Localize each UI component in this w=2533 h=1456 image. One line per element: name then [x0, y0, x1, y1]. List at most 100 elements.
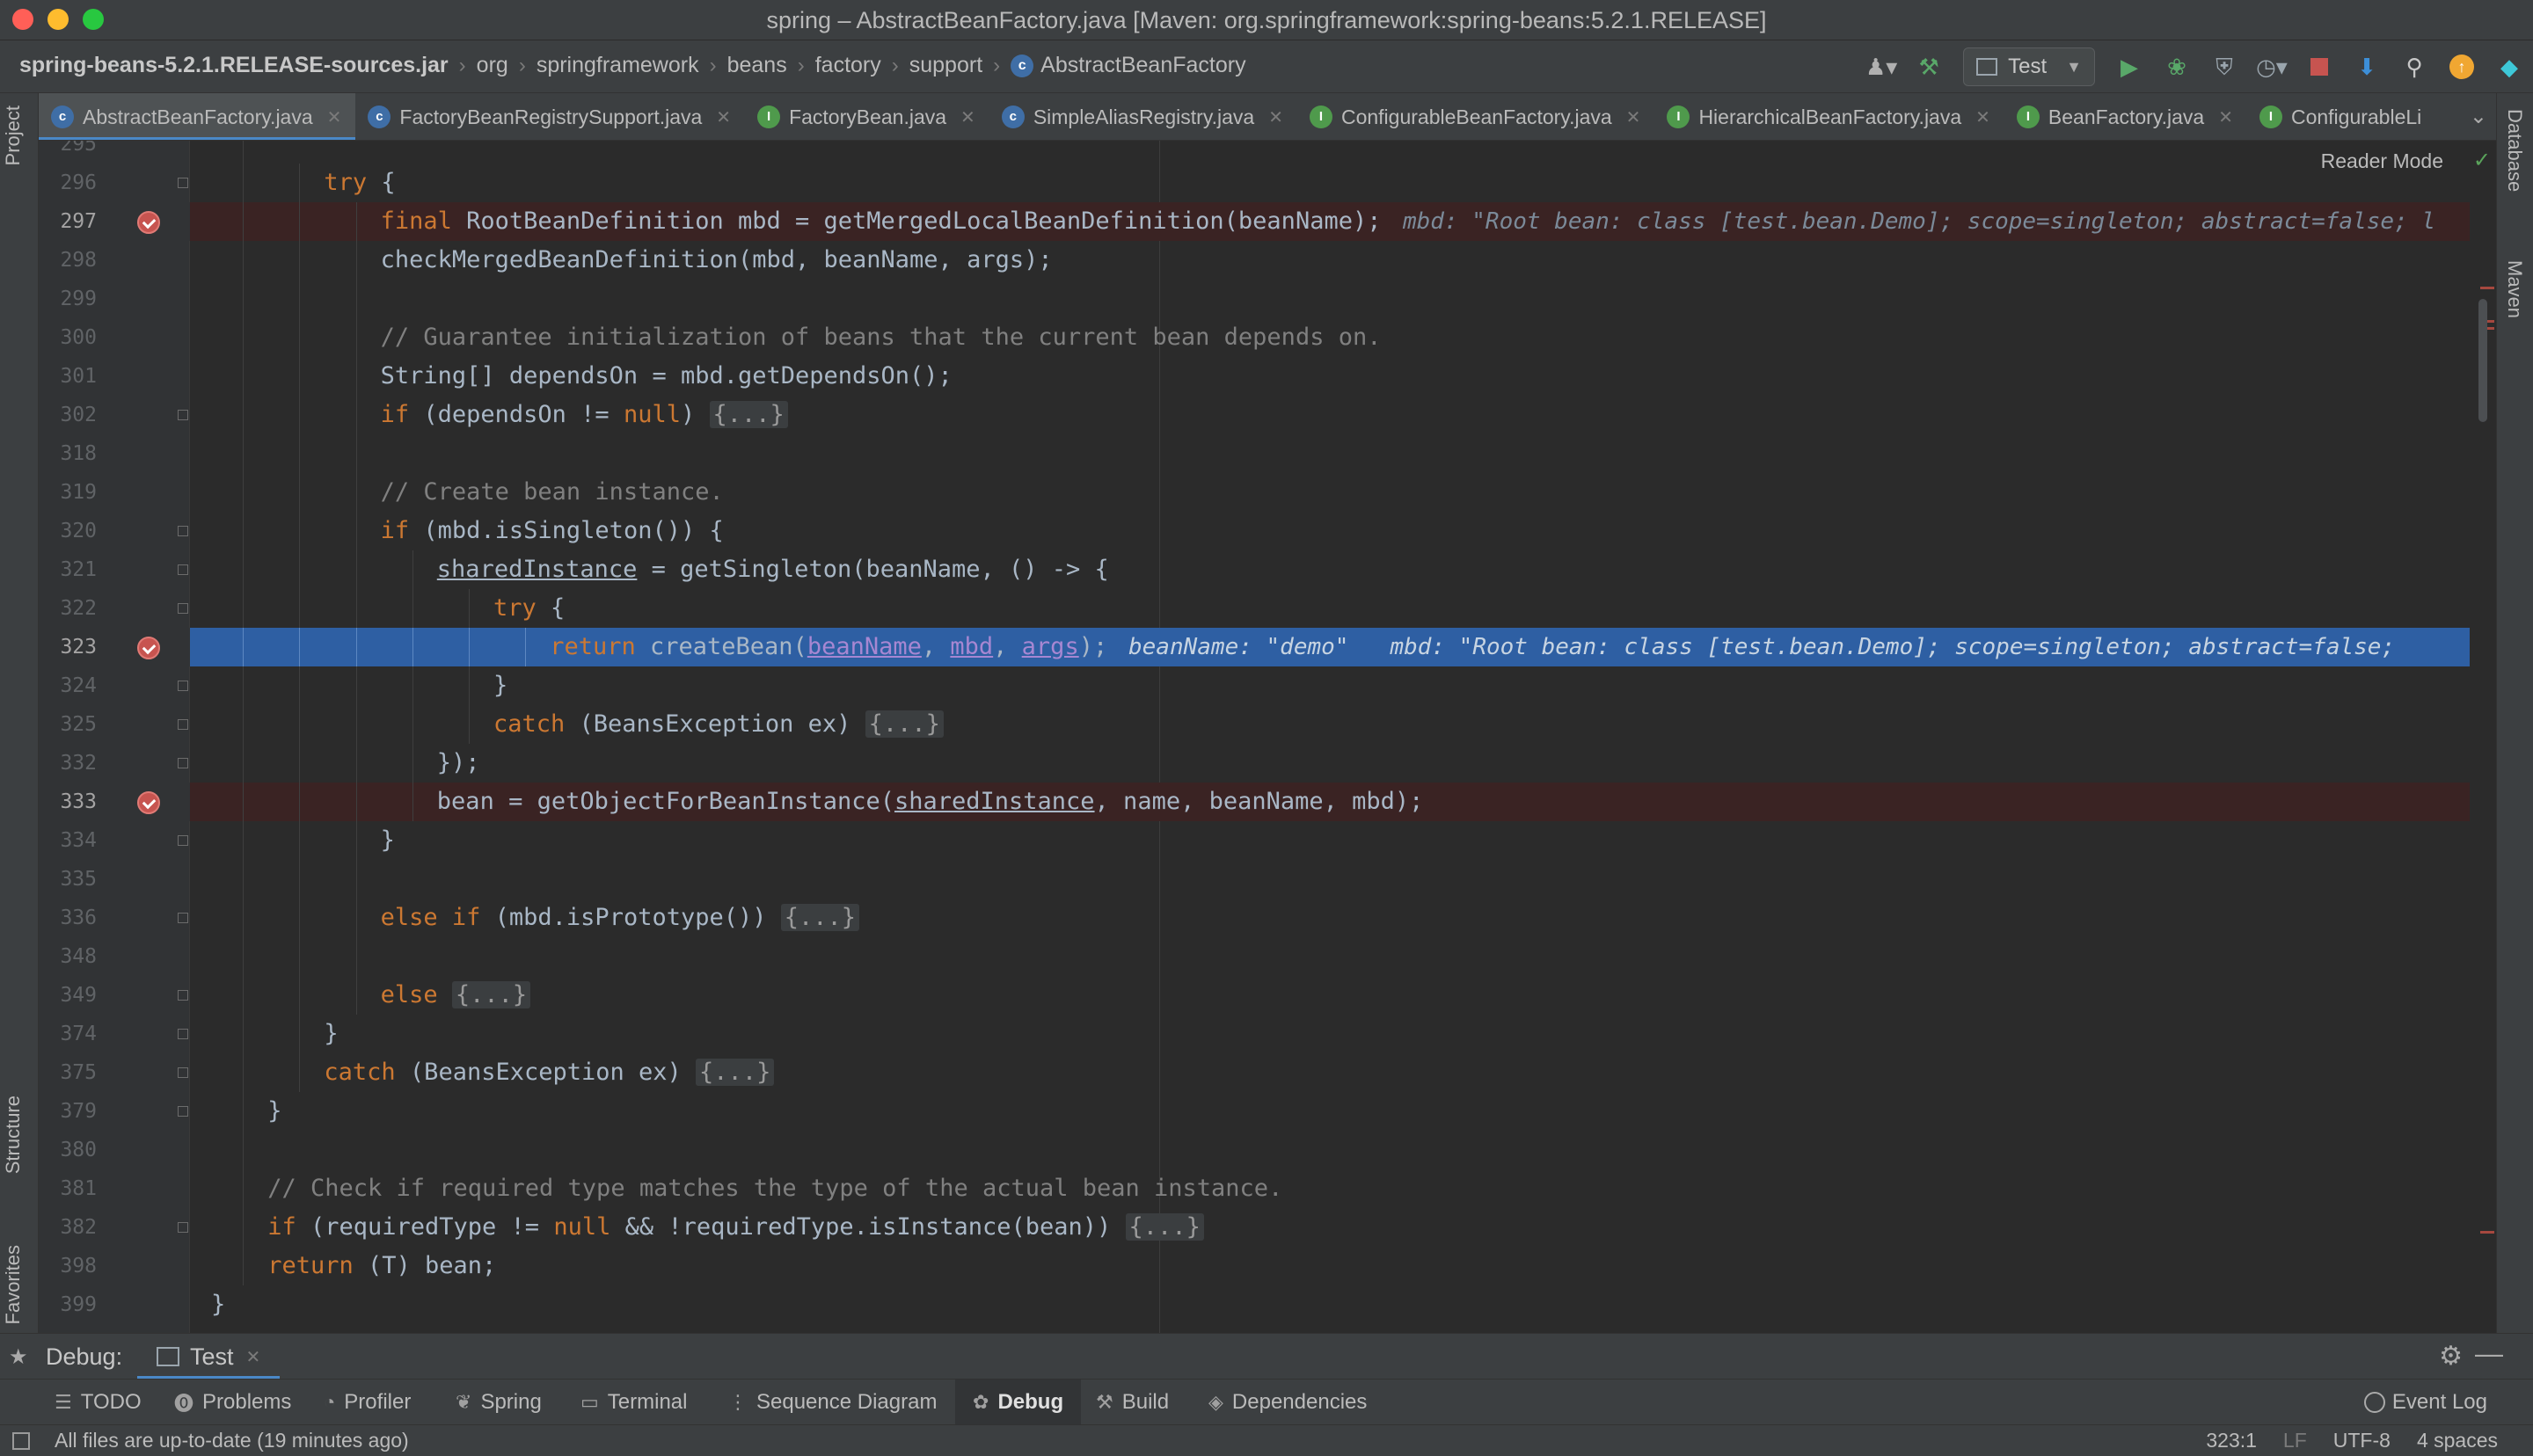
breadcrumb-org[interactable]: org — [477, 53, 508, 78]
breakpoint-icon[interactable] — [137, 211, 160, 234]
gutter-row[interactable]: 302 — [39, 396, 190, 434]
gutter-row[interactable]: 336 — [39, 899, 190, 937]
close-icon[interactable]: ✕ — [960, 106, 975, 128]
gutter-row[interactable]: 382 — [39, 1208, 190, 1247]
code-editor[interactable]: 295 296 297 298 299 300 301 302 318 319 320 321 322 3… — [39, 141, 2496, 1333]
build-hammer-icon[interactable]: ⚒ — [1914, 52, 1944, 82]
code-line[interactable]: if (requiredType != null && !requiredTyp… — [190, 1208, 2470, 1247]
run-configuration-select[interactable]: Test ▼ — [1963, 47, 2095, 86]
editor-tab[interactable]: I BeanFactory.java ✕ — [2004, 93, 2247, 140]
fold-marker-icon[interactable] — [178, 178, 188, 188]
code-line[interactable]: // Check if required type matches the ty… — [190, 1169, 2470, 1208]
gutter-row[interactable]: 381 — [39, 1169, 190, 1208]
gutter-row[interactable]: 332 — [39, 744, 190, 783]
gutter-row[interactable]: 296 — [39, 164, 190, 202]
vcs-icon[interactable]: ⬇ — [2352, 52, 2382, 82]
gutter-row[interactable]: 399 — [39, 1285, 190, 1324]
fold-marker-icon[interactable] — [178, 719, 188, 730]
debug-session-tab[interactable]: Test ✕ — [137, 1334, 281, 1380]
user-icon[interactable]: ♟▾ — [1865, 52, 1897, 82]
line-separator[interactable]: LF — [2283, 1429, 2307, 1452]
tool-tab-build[interactable]: ⚒ Build — [1096, 1380, 1169, 1425]
gutter-row[interactable]: 295 — [39, 141, 190, 164]
editor-tab[interactable]: c FactoryBeanRegistrySupport.java ✕ — [355, 93, 745, 140]
fold-marker-icon[interactable] — [178, 681, 188, 691]
gutter-row[interactable]: 348 — [39, 937, 190, 976]
fold-marker-icon[interactable] — [178, 410, 188, 420]
project-tool-tab[interactable]: Project — [2, 106, 25, 165]
gutter-row[interactable]: 318 — [39, 434, 190, 473]
close-icon[interactable]: ✕ — [327, 106, 342, 128]
code-line[interactable]: if (dependsOn != null) {...} — [190, 396, 2470, 434]
layout-icon[interactable] — [12, 1432, 30, 1450]
gutter-row[interactable]: 324 — [39, 666, 190, 705]
code-area[interactable]: try {final RootBeanDefinition mbd = getM… — [190, 141, 2470, 1333]
code-line[interactable]: } — [190, 666, 2470, 705]
code-line[interactable]: catch (BeansException ex) {...} — [190, 705, 2470, 744]
code-line[interactable]: sharedInstance = getSingleton(beanName, … — [190, 550, 2470, 589]
breadcrumb-beans[interactable]: beans — [727, 53, 787, 78]
code-line[interactable]: // Guarantee initialization of beans tha… — [190, 318, 2470, 357]
run-icon[interactable]: ▶ — [2114, 52, 2144, 82]
editor-tab[interactable]: I HierarchicalBeanFactory.java ✕ — [1654, 93, 2004, 140]
close-icon[interactable]: ✕ — [716, 106, 731, 128]
fold-marker-icon[interactable] — [178, 1029, 188, 1039]
gutter-row[interactable]: 297 — [39, 202, 190, 241]
breadcrumb-jar[interactable]: spring-beans-5.2.1.RELEASE-sources.jar — [19, 53, 449, 78]
gutter-row[interactable]: 334 — [39, 821, 190, 860]
structure-tool-tab[interactable]: Structure — [2, 1096, 25, 1174]
code-line[interactable]: return createBean(beanName, mbd, args); b… — [190, 628, 2470, 666]
breakpoint-icon[interactable] — [137, 637, 160, 659]
coverage-icon[interactable]: ⛨ — [2209, 52, 2239, 82]
error-stripe[interactable] — [2475, 141, 2494, 1333]
maven-tool-tab[interactable]: Maven — [2503, 260, 2526, 318]
code-line[interactable]: else {...} — [190, 976, 2470, 1015]
code-line[interactable] — [190, 860, 2470, 899]
update-icon[interactable]: ↑ — [2447, 52, 2477, 82]
tool-tab-debug[interactable]: ✿ Debug — [955, 1380, 1082, 1425]
close-icon[interactable]: ✕ — [2218, 106, 2233, 128]
chevron-down-icon[interactable]: ⌄ — [2470, 104, 2487, 129]
gutter-row[interactable]: 319 — [39, 473, 190, 512]
toolbox-icon[interactable]: ◆ — [2494, 52, 2524, 82]
gutter-row[interactable]: 300 — [39, 318, 190, 357]
editor-tab[interactable]: I ConfigurableLi — [2247, 93, 2435, 140]
editor-tab[interactable]: c SimpleAliasRegistry.java ✕ — [989, 93, 1297, 140]
fold-marker-icon[interactable] — [178, 913, 188, 923]
code-line[interactable]: } — [190, 821, 2470, 860]
fold-marker-icon[interactable] — [178, 1106, 188, 1117]
code-line[interactable]: String[] dependsOn = mbd.getDependsOn(); — [190, 357, 2470, 396]
gutter-row[interactable]: 398 — [39, 1247, 190, 1285]
editor-tab[interactable]: I FactoryBean.java ✕ — [745, 93, 989, 140]
tool-tab-problems[interactable]: ⓿ Problems — [174, 1380, 291, 1425]
favorites-tool-tab[interactable]: Favorites — [2, 1245, 25, 1324]
gutter-row[interactable]: 379 — [39, 1092, 190, 1131]
code-line[interactable] — [190, 141, 2470, 164]
close-icon[interactable]: ✕ — [1626, 106, 1641, 128]
stripe-mark[interactable] — [2480, 287, 2494, 289]
tool-tab-sequence-diagram[interactable]: ⋮ Sequence Diagram — [728, 1380, 937, 1425]
tool-tab-terminal[interactable]: ▭ Terminal — [580, 1380, 688, 1425]
event-log-tab[interactable]: Event Log — [2363, 1380, 2487, 1425]
minimize-icon[interactable]: — — [2475, 1337, 2503, 1370]
close-icon[interactable]: ✕ — [246, 1346, 261, 1368]
gutter-row[interactable]: 333 — [39, 783, 190, 821]
breadcrumb-factory[interactable]: factory — [815, 53, 881, 78]
code-line[interactable]: catch (BeansException ex) {...} — [190, 1053, 2470, 1092]
status-message[interactable]: All files are up-to-date (19 minutes ago… — [55, 1429, 409, 1452]
vertical-scrollbar-thumb[interactable] — [2478, 299, 2487, 422]
code-line[interactable]: }); — [190, 744, 2470, 783]
code-line[interactable] — [190, 937, 2470, 976]
code-line[interactable] — [190, 434, 2470, 473]
gutter-row[interactable]: 301 — [39, 357, 190, 396]
code-line[interactable]: final RootBeanDefinition mbd = getMerged… — [190, 202, 2470, 241]
tool-tab-profiler[interactable]: ◔ Profiler — [324, 1380, 411, 1425]
gutter-row[interactable]: 374 — [39, 1015, 190, 1053]
code-line[interactable]: } — [190, 1015, 2470, 1053]
debug-icon[interactable]: ❀ — [2162, 52, 2192, 82]
gutter-row[interactable]: 349 — [39, 976, 190, 1015]
breadcrumb-class[interactable]: AbstractBeanFactory — [1040, 53, 1245, 78]
file-encoding[interactable]: UTF-8 — [2333, 1429, 2391, 1452]
code-line[interactable]: bean = getObjectForBeanInstance(sharedIn… — [190, 783, 2470, 821]
code-line[interactable]: checkMergedBeanDefinition(mbd, beanName,… — [190, 241, 2470, 280]
